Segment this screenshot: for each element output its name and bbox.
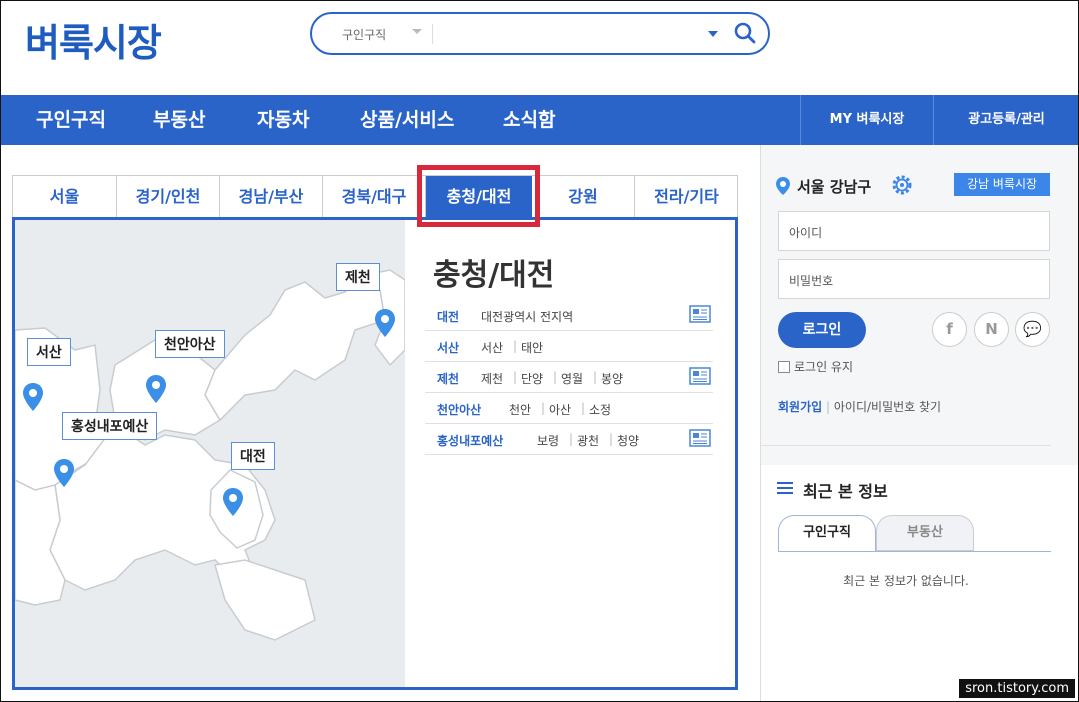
watermark: sron.tistory.com bbox=[959, 679, 1075, 698]
region-sub-link[interactable]: 아산 bbox=[549, 401, 571, 418]
region-name[interactable]: 제천 bbox=[437, 370, 459, 387]
site-logo[interactable]: 벼룩시장 bbox=[25, 12, 162, 67]
region-sub-link[interactable]: 태안 bbox=[521, 339, 543, 356]
region-name[interactable]: 대전 bbox=[437, 308, 459, 325]
map-label-jecheon[interactable]: 제천 bbox=[336, 263, 380, 291]
divider: | bbox=[581, 401, 586, 415]
nav-item-jobs[interactable]: 구인구직 bbox=[36, 95, 106, 145]
map-pin-icon[interactable] bbox=[222, 487, 244, 517]
divider: | bbox=[569, 432, 574, 446]
local-market-button[interactable]: 강남 벼룩시장 bbox=[954, 173, 1050, 196]
nav-item-goods-services[interactable]: 상품/서비스 bbox=[360, 95, 454, 145]
region-sub-link[interactable]: 보령 bbox=[537, 432, 559, 449]
divider bbox=[761, 445, 1051, 446]
menu-icon bbox=[777, 482, 793, 494]
divider: | bbox=[826, 400, 834, 414]
newspaper-icon[interactable] bbox=[689, 305, 711, 323]
search-history-dropdown-icon[interactable] bbox=[708, 31, 718, 37]
map-pin-icon[interactable] bbox=[22, 382, 44, 412]
newspaper-icon[interactable] bbox=[689, 429, 711, 447]
region-list: 대전 대전광역시 전지역 서산 서산 | 태안 제천 제천 | 단양 | 영월 … bbox=[425, 300, 713, 455]
right-sidebar: 서울 강남구 강남 벼룩시장 아이디 비밀번호 로그인 f N 💬 로그인 유지… bbox=[760, 145, 1079, 702]
region-title: 충청/대전 bbox=[433, 258, 555, 293]
divider: | bbox=[593, 370, 598, 384]
nav-item-cars[interactable]: 자동차 bbox=[257, 95, 309, 145]
region-tabs: 서울 경기/인천 경남/부산 경북/대구 충청/대전 강원 전라/기타 bbox=[12, 175, 738, 217]
divider bbox=[778, 551, 1051, 552]
naver-login-icon[interactable]: N bbox=[974, 312, 1009, 347]
region-row: 홍성내포예산 보령 | 광천 | 청양 bbox=[425, 424, 713, 455]
region-name[interactable]: 서산 bbox=[437, 339, 459, 356]
active-tab-highlight bbox=[417, 165, 540, 227]
region-sub-link[interactable]: 단양 bbox=[521, 370, 543, 387]
tab-gyeonggi-incheon[interactable]: 경기/인천 bbox=[117, 176, 220, 217]
keep-login[interactable]: 로그인 유지 bbox=[778, 358, 853, 375]
divider: | bbox=[513, 370, 518, 384]
join-link[interactable]: 회원가입 bbox=[778, 400, 822, 414]
region-row: 천안아산 천안 | 아산 | 소정 bbox=[425, 393, 713, 424]
recent-section: 최근 본 정보 구인구직 부동산 최근 본 정보가 없습니다. bbox=[761, 465, 1079, 702]
region-row: 서산 서산 | 태안 bbox=[425, 331, 713, 362]
main-nav: 구인구직 부동산 자동차 상품/서비스 소식함 MY 벼룩시장 광고등록/관리 bbox=[0, 95, 1079, 145]
divider: | bbox=[609, 432, 614, 446]
nav-item-realestate[interactable]: 부동산 bbox=[153, 95, 205, 145]
map-label-daejeon[interactable]: 대전 bbox=[231, 442, 275, 470]
search-icon[interactable] bbox=[732, 20, 758, 46]
region-sub-link[interactable]: 청양 bbox=[617, 432, 639, 449]
region-panel: 제천 서산 천안아산 홍성내포예산 대전 충청/대전 대전 대전광역시 전지역 … bbox=[12, 217, 738, 690]
tab-jeolla-etc[interactable]: 전라/기타 bbox=[635, 176, 738, 217]
region-sub-link[interactable]: 제천 bbox=[481, 370, 503, 387]
region-row: 제천 제천 | 단양 | 영월 | 봉양 bbox=[425, 362, 713, 393]
facebook-login-icon[interactable]: f bbox=[932, 312, 967, 347]
search-bar: 구인구직 bbox=[310, 12, 770, 55]
tab-gyeongnam-busan[interactable]: 경남/부산 bbox=[220, 176, 323, 217]
search-category-select[interactable]: 구인구직 bbox=[342, 26, 386, 43]
keep-login-label: 로그인 유지 bbox=[794, 360, 854, 374]
find-account-link[interactable]: 아이디/비밀번호 찾기 bbox=[834, 400, 941, 414]
keep-login-checkbox[interactable] bbox=[778, 361, 790, 373]
recent-tab-jobs[interactable]: 구인구직 bbox=[778, 515, 876, 551]
region-sub-link[interactable]: 대전광역시 전지역 bbox=[481, 308, 573, 325]
map-pin-icon[interactable] bbox=[53, 458, 75, 488]
region-row: 대전 대전광역시 전지역 bbox=[425, 300, 713, 331]
location-pin-icon bbox=[776, 177, 790, 195]
region-sub-link[interactable]: 천안 bbox=[509, 401, 531, 418]
region-sub-link[interactable]: 봉양 bbox=[601, 370, 623, 387]
tab-gyeongbuk-daegu[interactable]: 경북/대구 bbox=[323, 176, 426, 217]
recent-title: 최근 본 정보 bbox=[803, 482, 888, 501]
region-map: 제천 서산 천안아산 홍성내포예산 대전 bbox=[15, 220, 405, 687]
map-label-seosan[interactable]: 서산 bbox=[27, 338, 71, 366]
region-sub-link[interactable]: 영월 bbox=[561, 370, 583, 387]
nav-ad-register[interactable]: 광고등록/관리 bbox=[933, 95, 1079, 145]
search-divider bbox=[432, 24, 433, 44]
chevron-down-icon[interactable] bbox=[412, 29, 422, 34]
login-button[interactable]: 로그인 bbox=[778, 312, 866, 348]
nav-my-market[interactable]: MY 벼룩시장 bbox=[800, 95, 933, 145]
region-name[interactable]: 홍성내포예산 bbox=[437, 432, 503, 449]
tab-seoul[interactable]: 서울 bbox=[13, 176, 117, 217]
gear-icon[interactable] bbox=[890, 173, 914, 197]
region-name[interactable]: 천안아산 bbox=[437, 401, 481, 418]
search-input[interactable] bbox=[442, 20, 692, 48]
map-label-hongseong[interactable]: 홍성내포예산 bbox=[62, 412, 158, 440]
recent-tab-realestate[interactable]: 부동산 bbox=[876, 515, 974, 551]
region-sub-link[interactable]: 서산 bbox=[481, 339, 503, 356]
region-sub-link[interactable]: 소정 bbox=[589, 401, 611, 418]
id-field[interactable]: 아이디 bbox=[778, 211, 1050, 251]
newspaper-icon[interactable] bbox=[689, 367, 711, 385]
divider: | bbox=[553, 370, 558, 384]
nav-item-news[interactable]: 소식함 bbox=[503, 95, 555, 145]
region-sub-link[interactable]: 광천 bbox=[577, 432, 599, 449]
password-field[interactable]: 비밀번호 bbox=[778, 259, 1050, 299]
map-pin-icon[interactable] bbox=[374, 308, 396, 338]
tab-gangwon[interactable]: 강원 bbox=[532, 176, 635, 217]
divider: | bbox=[541, 401, 546, 415]
map-pin-icon[interactable] bbox=[145, 374, 167, 404]
current-location: 서울 강남구 bbox=[797, 178, 872, 196]
kakao-login-icon[interactable]: 💬 bbox=[1015, 312, 1050, 347]
recent-empty-message: 최근 본 정보가 없습니다. bbox=[843, 574, 969, 588]
map-label-cheonan-asan[interactable]: 천안아산 bbox=[155, 330, 225, 358]
account-links: 회원가입 | 아이디/비밀번호 찾기 bbox=[778, 398, 941, 415]
divider: | bbox=[513, 339, 518, 353]
